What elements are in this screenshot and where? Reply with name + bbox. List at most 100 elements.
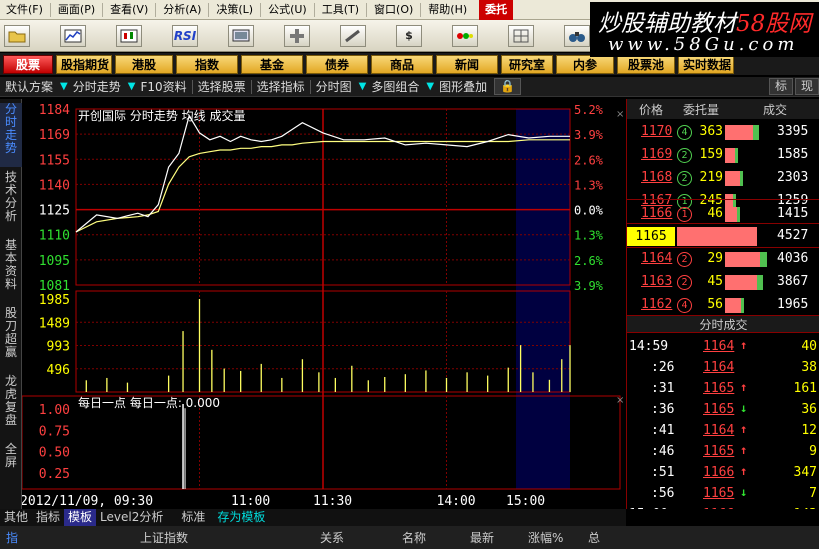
dropdown-arrow-icon[interactable]: ▼ bbox=[359, 81, 367, 92]
orderbook-row[interactable]: 1164 2 29 4036 bbox=[627, 248, 819, 271]
ob-price: 1169 bbox=[641, 147, 673, 162]
rsi-icon[interactable]: RSI bbox=[172, 24, 198, 47]
timesales-row[interactable]: :41 1164 ↑ 12 bbox=[627, 421, 819, 442]
line-chart-icon[interactable] bbox=[60, 24, 86, 47]
timesales-row[interactable]: :31 1165 ↑ 161 bbox=[627, 379, 819, 400]
cat-stocks[interactable]: 股票 bbox=[3, 54, 53, 74]
quote-col-name[interactable]: 名称 bbox=[402, 529, 426, 546]
menu-screen[interactable]: 画面(P) bbox=[52, 0, 101, 20]
col-price: 价格 bbox=[639, 102, 664, 117]
menu-file[interactable]: 文件(F) bbox=[0, 0, 49, 20]
menu-window[interactable]: 窗口(O) bbox=[368, 0, 419, 20]
quote-sh-index[interactable]: 上证指数 bbox=[140, 529, 188, 546]
left-tab-knife[interactable]: 股刀超赢 bbox=[0, 307, 22, 371]
kline-chart-icon[interactable] bbox=[116, 24, 142, 47]
cat-indices[interactable]: 指数 bbox=[176, 54, 238, 74]
dollar-icon[interactable]: $ bbox=[396, 24, 422, 47]
arrow-up-icon: ↑ bbox=[740, 380, 748, 394]
quote-col-latest[interactable]: 最新 bbox=[470, 529, 494, 546]
menu-view[interactable]: 查看(V) bbox=[104, 0, 154, 20]
left-tab-dragon[interactable]: 龙虎复盘 bbox=[0, 375, 22, 439]
orderbook-row[interactable]: 1169 2 159 1585 bbox=[627, 144, 819, 167]
bottom-tab-save-template[interactable]: 存为模板 bbox=[213, 509, 269, 526]
timesales-row[interactable]: :51 1166 ↑ 347 bbox=[627, 463, 819, 484]
volume-tick-label: 1985 bbox=[39, 293, 70, 308]
intraday-button[interactable]: 分时走势 bbox=[68, 77, 126, 97]
cat-realtime[interactable]: 实时数据 bbox=[678, 54, 734, 74]
ob-total: 1585 bbox=[777, 147, 809, 162]
ob-total: 2303 bbox=[777, 170, 809, 185]
dropdown-arrow-icon[interactable]: ▼ bbox=[128, 81, 136, 92]
menu-decision[interactable]: 决策(L) bbox=[210, 0, 259, 20]
quote-col-relation[interactable]: 关系 bbox=[320, 529, 344, 546]
orderbook-row[interactable]: 1162 4 56 1965 bbox=[627, 294, 819, 317]
ts-volume: 36 bbox=[801, 402, 817, 417]
left-tabs: 分时走势 技术分析 基本资料 股刀超赢 龙虎复盘 全屏 bbox=[0, 99, 22, 518]
ob-price: 1162 bbox=[641, 297, 673, 312]
x-axis-label: 2012/11/09, 09:30 bbox=[22, 494, 153, 509]
timesales-row[interactable]: :56 1165 ↓ 7 bbox=[627, 484, 819, 505]
overlay-button[interactable]: 图形叠加 bbox=[434, 77, 492, 97]
ts-time: 14:59 bbox=[629, 339, 669, 354]
cat-bonds[interactable]: 债券 bbox=[306, 54, 368, 74]
f10-button[interactable]: F10资料 bbox=[135, 77, 191, 97]
left-tab-basic[interactable]: 基本资料 bbox=[0, 239, 22, 303]
quote-col-total[interactable]: 总 bbox=[588, 529, 600, 546]
cat-research[interactable]: 研究室 bbox=[501, 54, 553, 74]
cat-stock-pool[interactable]: 股票池 bbox=[617, 54, 675, 74]
cat-index-futures[interactable]: 股指期货 bbox=[56, 54, 112, 74]
left-tab-fullscreen[interactable]: 全屏 bbox=[0, 443, 22, 483]
menu-formula[interactable]: 公式(U) bbox=[262, 0, 313, 20]
price-tick-label: 1081 bbox=[39, 279, 70, 294]
bottom-tab-template[interactable]: 模板 bbox=[64, 509, 97, 526]
menu-tools[interactable]: 工具(T) bbox=[316, 0, 365, 20]
now-tab[interactable]: 现 bbox=[794, 78, 819, 95]
bottom-tab-indicator[interactable]: 指标 bbox=[32, 509, 64, 526]
signal-icon[interactable] bbox=[452, 24, 478, 47]
crosshair-icon[interactable] bbox=[284, 24, 310, 47]
timesales-row[interactable]: :26 1164 38 bbox=[627, 358, 819, 379]
chart-title: 开创国际 分时走势 均线 成交量 bbox=[78, 108, 245, 123]
dropdown-arrow-icon[interactable]: ▼ bbox=[60, 81, 68, 92]
timesales-row[interactable]: 14:59 1164 ↑ 40 bbox=[627, 337, 819, 358]
cat-hk-stocks[interactable]: 港股 bbox=[115, 54, 173, 74]
menu-trade[interactable]: 委托 bbox=[479, 0, 514, 20]
orderbook-row[interactable]: 1170 4 363 3395 bbox=[627, 121, 819, 144]
left-tab-technical[interactable]: 技术分析 bbox=[0, 171, 22, 235]
select-stock-button[interactable]: 选择股票 bbox=[193, 77, 251, 97]
orderbook-row[interactable]: 1168 2 219 2303 bbox=[627, 167, 819, 190]
orderbook-row[interactable]: 1163 2 45 3867 bbox=[627, 271, 819, 294]
open-folder-icon[interactable] bbox=[4, 24, 30, 47]
lock-icon[interactable]: 🔒 bbox=[494, 78, 522, 95]
timesales-row[interactable]: :36 1165 ↓ 36 bbox=[627, 400, 819, 421]
cat-insider[interactable]: 内参 bbox=[556, 54, 614, 74]
timesales-row[interactable]: :46 1165 ↑ 9 bbox=[627, 442, 819, 463]
menu-help[interactable]: 帮助(H) bbox=[422, 0, 473, 20]
timechart-button[interactable]: 分时图 bbox=[311, 77, 357, 97]
ob-total: 4036 bbox=[777, 251, 809, 266]
ob-total: 3395 bbox=[777, 124, 809, 139]
left-tab-intraday[interactable]: 分时走势 bbox=[0, 103, 22, 167]
ruler-icon[interactable] bbox=[340, 24, 366, 47]
intraday-chart[interactable]: 1184 5.2% 1169 3.9% 1155 2.6% 1140 1.3% 1125 0.0%… bbox=[22, 99, 626, 509]
cat-funds[interactable]: 基金 bbox=[241, 54, 303, 74]
quote-col-change[interactable]: 涨幅% bbox=[528, 529, 563, 546]
ob-level-icon: 2 bbox=[677, 171, 692, 186]
mark-tab[interactable]: 标 bbox=[768, 78, 793, 95]
grid-icon[interactable] bbox=[508, 24, 534, 47]
current-price-row[interactable]: 1165 4527 bbox=[627, 225, 819, 248]
bottom-tab-other[interactable]: 其他 bbox=[0, 509, 32, 526]
default-scheme-button[interactable]: 默认方案 bbox=[0, 77, 58, 97]
binoculars-icon[interactable] bbox=[564, 24, 590, 47]
indicator-tick-label: 1.00 bbox=[39, 403, 70, 418]
multi-chart-button[interactable]: 多图组合 bbox=[366, 77, 424, 97]
bottom-tab-standard[interactable]: 标准 bbox=[177, 509, 209, 526]
bottom-tab-level2[interactable]: Level2分析 bbox=[96, 509, 167, 526]
dropdown-arrow-icon[interactable]: ▼ bbox=[426, 81, 434, 92]
cat-commodities[interactable]: 商品 bbox=[371, 54, 433, 74]
screen-icon[interactable] bbox=[228, 24, 254, 47]
select-indicator-button[interactable]: 选择指标 bbox=[252, 77, 310, 97]
cat-news[interactable]: 新闻 bbox=[436, 54, 498, 74]
menu-analysis[interactable]: 分析(A) bbox=[157, 0, 207, 20]
ob-price: 1163 bbox=[641, 274, 673, 289]
